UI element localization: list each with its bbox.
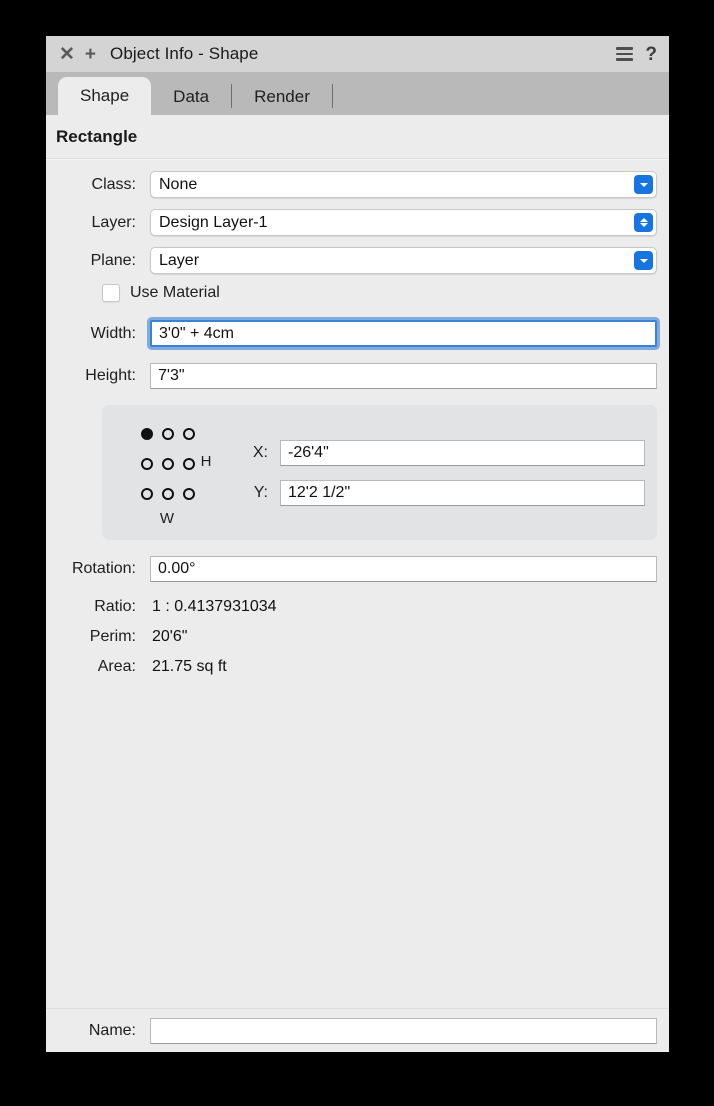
layer-dropdown[interactable]: Design Layer-1 (150, 209, 657, 236)
x-label: X: (252, 443, 268, 461)
use-material-checkbox[interactable] (102, 284, 120, 302)
width-label: Width: (90, 324, 136, 342)
shape-pane: Rectangle Class: None Layer: Design Laye… (46, 115, 669, 1052)
layer-row: Layer: Design Layer-1 (46, 209, 669, 236)
titlebar-actions: ? (616, 45, 657, 64)
plane-dropdown[interactable]: Layer (150, 247, 657, 274)
anchor-dot-middle-center[interactable] (162, 457, 175, 470)
height-row: Height: 7'3" (46, 363, 669, 389)
anchor-dot-middle-left[interactable] (141, 457, 154, 470)
layer-value: Design Layer-1 (159, 213, 268, 231)
perim-row: Perim: 20'6" (46, 628, 669, 646)
rotation-label: Rotation: (71, 560, 136, 577)
ratio-row: Ratio: 1 : 0.4137931034 (46, 598, 669, 616)
chevron-up-down-icon[interactable] (634, 213, 653, 232)
help-icon[interactable]: ? (645, 45, 657, 64)
close-icon[interactable]: ✕ (59, 45, 75, 64)
anchor-dot-bottom-right[interactable] (183, 487, 196, 500)
y-label: Y: (253, 483, 268, 501)
use-material-label: Use Material (130, 284, 220, 301)
tab-bar: Shape Data Render (46, 72, 669, 115)
object-type-heading: Rectangle (56, 127, 138, 146)
hamburger-menu-icon[interactable] (616, 47, 634, 61)
anchor-dot-top-left[interactable] (141, 427, 154, 440)
width-row: Width: 3'0" + 4cm (46, 320, 669, 347)
chevron-down-icon[interactable] (634, 251, 653, 270)
tab-separator-2 (331, 84, 333, 108)
anchor-height-label: H (200, 452, 212, 470)
plus-icon[interactable]: + (85, 45, 96, 64)
anchor-dot-middle-right[interactable] (183, 457, 196, 470)
window-title: Object Info - Shape (110, 44, 259, 63)
tab-shape-label: Shape (80, 86, 130, 105)
rotation-row: Rotation: 0.00° (46, 556, 669, 582)
width-input[interactable]: 3'0" + 4cm (150, 320, 657, 347)
chevron-down-icon[interactable] (634, 175, 653, 194)
tab-data[interactable]: Data (151, 78, 231, 115)
ratio-value: 1 : 0.4137931034 (152, 598, 277, 615)
class-dropdown[interactable]: None (150, 171, 657, 198)
use-material-row: Use Material (46, 284, 669, 302)
plane-label: Plane: (90, 251, 136, 269)
name-label: Name: (88, 1021, 136, 1039)
area-value: 21.75 sq ft (152, 658, 227, 675)
name-input[interactable] (150, 1017, 657, 1044)
anchor-grid (137, 419, 200, 509)
height-label: Height: (85, 367, 136, 384)
anchor-dot-top-right[interactable] (183, 427, 196, 440)
layer-label: Layer: (91, 213, 136, 231)
y-row: Y: 12'2 1/2" (238, 479, 645, 506)
y-input[interactable]: 12'2 1/2" (280, 479, 645, 506)
tab-shape[interactable]: Shape (58, 77, 152, 115)
anchor-grid-outer: H (137, 419, 212, 509)
height-input[interactable]: 7'3" (150, 363, 657, 389)
perim-label: Perim: (89, 628, 136, 645)
anchor-width-label: W (159, 509, 175, 527)
plane-value: Layer (159, 251, 200, 269)
tab-render[interactable]: Render (232, 78, 332, 115)
xy-fields: X: -26'4" Y: 12'2 1/2" (238, 439, 657, 506)
anchor-dot-bottom-center[interactable] (162, 487, 175, 500)
x-row: X: -26'4" (238, 439, 645, 466)
heading-divider (46, 158, 669, 160)
name-bar: Name: (46, 1008, 669, 1052)
ratio-label: Ratio: (94, 598, 136, 615)
tab-render-label: Render (254, 86, 310, 106)
position-groupbox: H W X: -26'4" Y: 12'2 1/2" (102, 405, 657, 540)
titlebar: ✕ + Object Info - Shape ? (46, 36, 669, 72)
x-input[interactable]: -26'4" (280, 439, 645, 466)
object-info-palette: ✕ + Object Info - Shape ? Shape Data Ren… (46, 36, 669, 1052)
tab-data-label: Data (173, 86, 210, 106)
rotation-input[interactable]: 0.00° (150, 556, 657, 582)
class-label: Class: (91, 175, 136, 193)
area-label: Area: (97, 658, 136, 675)
plane-row: Plane: Layer (46, 247, 669, 274)
area-row: Area: 21.75 sq ft (46, 658, 669, 676)
anchor-dot-bottom-left[interactable] (141, 487, 154, 500)
class-value: None (159, 175, 198, 193)
anchor-dot-top-center[interactable] (162, 427, 175, 440)
perim-value: 20'6" (152, 628, 188, 645)
anchor-selector: H W (102, 419, 238, 527)
class-row: Class: None (46, 171, 669, 198)
